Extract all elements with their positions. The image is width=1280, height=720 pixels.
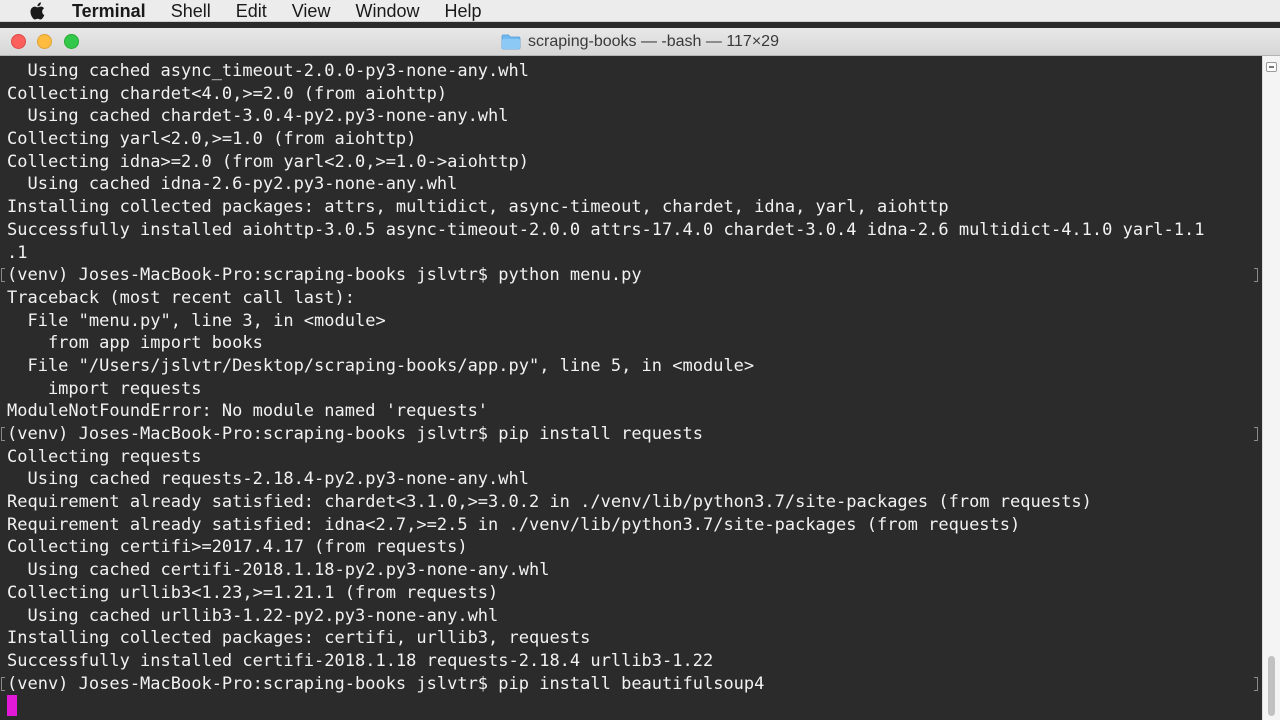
terminal-output[interactable]: Using cached async_timeout-2.0.0-py3-non… [0, 56, 1262, 720]
menu-view[interactable]: View [292, 0, 331, 22]
terminal-line: import requests [7, 378, 202, 399]
menu-help[interactable]: Help [444, 0, 481, 22]
terminal-line: Successfully installed aiohttp-3.0.5 asy… [7, 219, 1205, 240]
menu-shell[interactable]: Shell [171, 0, 211, 22]
prompt-mark-right [1254, 268, 1258, 283]
prompt-mark-left [1, 676, 5, 691]
terminal-line: Using cached urllib3-1.22-py2.py3-none-a… [7, 605, 499, 626]
vertical-scrollbar[interactable] [1262, 56, 1280, 720]
apple-icon[interactable] [28, 1, 46, 20]
terminal-lines: Using cached async_timeout-2.0.0-py3-non… [7, 60, 1204, 718]
terminal-line: Collecting urllib3<1.23,>=1.21.1 (from r… [7, 582, 499, 603]
menu-app-terminal[interactable]: Terminal [72, 0, 146, 22]
terminal-line: Requirement already satisfied: idna<2.7,… [7, 514, 1021, 535]
terminal-line: Collecting yarl<2.0,>=1.0 (from aiohttp) [7, 129, 417, 150]
scrollbar-thumb[interactable] [1268, 656, 1275, 716]
folder-icon [501, 34, 521, 50]
terminal-line: (venv) Joses-MacBook-Pro:scraping-books … [7, 673, 765, 694]
terminal-line: Using cached idna-2.6-py2.py3-none-any.w… [7, 174, 458, 195]
terminal-line: Requirement already satisfied: chardet<3… [7, 492, 1092, 513]
terminal-line: Using cached certifi-2018.1.18-py2.py3-n… [7, 560, 550, 581]
terminal-line: Successfully installed certifi-2018.1.18… [7, 650, 714, 671]
split-pane-icon[interactable] [1266, 62, 1277, 72]
terminal-line: Installing collected packages: attrs, mu… [7, 197, 949, 218]
prompt-mark-right [1254, 676, 1258, 691]
terminal-line: Installing collected packages: certifi, … [7, 628, 591, 649]
terminal-line: Using cached requests-2.18.4-py2.py3-non… [7, 469, 529, 490]
window-title-group: scraping-books — -bash — 117×29 [0, 28, 1280, 56]
menu-bar: Terminal Shell Edit View Window Help [0, 0, 1280, 22]
terminal-line: from app import books [7, 333, 263, 354]
prompt-mark-left [1, 427, 5, 442]
terminal-line: File "menu.py", line 3, in <module> [7, 310, 386, 331]
terminal-line: .1 [7, 242, 28, 263]
terminal-line: Collecting chardet<4.0,>=2.0 (from aioht… [7, 83, 448, 104]
terminal-line: File "/Users/jslvtr/Desktop/scraping-boo… [7, 355, 755, 376]
terminal-line: (venv) Joses-MacBook-Pro:scraping-books … [7, 265, 642, 286]
terminal-cursor [7, 695, 17, 716]
menu-window[interactable]: Window [355, 0, 419, 22]
terminal-line: Collecting requests [7, 446, 202, 467]
window-title-bar[interactable]: scraping-books — -bash — 117×29 [0, 28, 1280, 56]
window-title: scraping-books — -bash — 117×29 [528, 33, 779, 50]
prompt-mark-right [1254, 427, 1258, 442]
terminal-line: Using cached chardet-3.0.4-py2.py3-none-… [7, 106, 509, 127]
terminal-line: Using cached async_timeout-2.0.0-py3-non… [7, 61, 529, 81]
terminal-line: ModuleNotFoundError: No module named 're… [7, 401, 489, 422]
terminal-line: Collecting certifi>=2017.4.17 (from requ… [7, 537, 468, 558]
menu-edit[interactable]: Edit [236, 0, 267, 22]
terminal-line: (venv) Joses-MacBook-Pro:scraping-books … [7, 424, 703, 444]
terminal-line: Collecting idna>=2.0 (from yarl<2.0,>=1.… [7, 151, 529, 172]
terminal-line: Traceback (most recent call last): [7, 287, 355, 308]
prompt-mark-left [1, 268, 5, 283]
